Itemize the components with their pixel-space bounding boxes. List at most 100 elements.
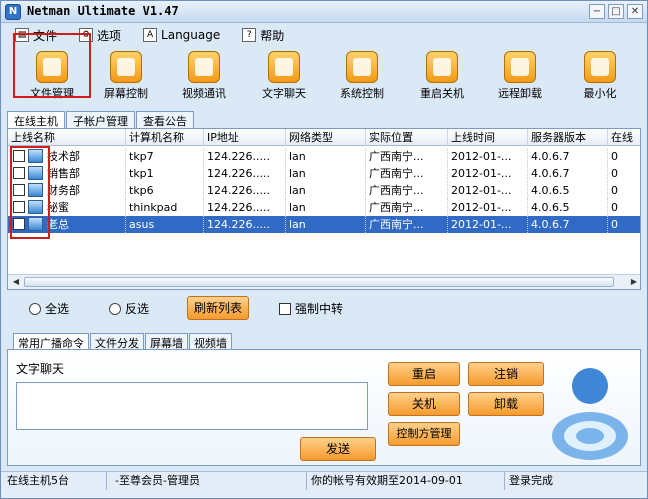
online-count: 0 [608, 165, 640, 182]
tab-online-hosts[interactable]: 在线主机 [7, 111, 65, 128]
computer-name: tkp7 [126, 148, 204, 165]
online-count: 0 [608, 148, 640, 165]
tab-broadcast-commands[interactable]: 常用广播命令 [13, 333, 89, 350]
column-header[interactable]: 计算机名称 [126, 129, 204, 146]
table-header: 上线名称 计算机名称 IP地址 网络类型 实际位置 上线时间 服务器版本 在线 [8, 129, 640, 146]
uninstall-icon [504, 51, 536, 83]
maximize-window-button[interactable]: □ [608, 4, 624, 19]
location: 广西南宁... [366, 199, 448, 216]
tab-announcements[interactable]: 查看公告 [136, 111, 194, 128]
host-list: 上线名称 计算机名称 IP地址 网络类型 实际位置 上线时间 服务器版本 在线 … [7, 128, 641, 290]
horizontal-scrollbar[interactable]: ◀ ▶ [8, 274, 640, 289]
table-row-selected[interactable]: 老总 asus 124.226..... lan 广西南宁... 2012-01… [8, 216, 640, 233]
table-row[interactable]: 秘蜜 thinkpad 124.226..... lan 广西南宁... 201… [8, 199, 640, 216]
tab-file-distribution[interactable]: 文件分发 [90, 333, 144, 350]
tab-screen-wall[interactable]: 屏幕墙 [145, 333, 188, 350]
force-relay-checkbox[interactable]: 强制中转 [279, 300, 343, 317]
menu-help[interactable]: ? 帮助 [242, 27, 284, 44]
toolbar-screen-control-button[interactable]: 屏幕控制 [89, 49, 163, 103]
menu-language[interactable]: A Language [143, 28, 220, 42]
tab-video-wall[interactable]: 视频墙 [189, 333, 232, 350]
force-relay-label: 强制中转 [295, 302, 344, 316]
table-row[interactable]: 技术部 tkp7 124.226..... lan 广西南宁... 2012-0… [8, 148, 640, 165]
selection-controls: 全选 反选 刷新列表 强制中转 [1, 293, 647, 323]
column-header[interactable]: 上线名称 [8, 129, 126, 146]
window-title: Netman Ultimate V1.47 [27, 4, 179, 18]
system-control-icon [346, 51, 378, 83]
controller-manage-button[interactable]: 控制方管理 [388, 422, 460, 446]
host-name: 财务部 [44, 182, 126, 199]
toolbar-power-button[interactable]: 重启关机 [405, 49, 479, 103]
column-header[interactable]: IP地址 [204, 129, 286, 146]
app-window: N Netman Ultimate V1.47 − □ ✕ ▤ 文件 ⚙ 选项 … [0, 0, 648, 499]
column-header[interactable]: 在线 [608, 129, 640, 146]
online-time: 2012-01-... [448, 216, 528, 233]
toolbar-uninstall-button[interactable]: 远程卸载 [483, 49, 557, 103]
screen-control-icon [110, 51, 142, 83]
menu-language-label: Language [161, 28, 221, 42]
scroll-left-icon[interactable]: ◀ [10, 277, 22, 287]
toolbar-label: 最小化 [583, 87, 617, 100]
ip-address: 124.226..... [204, 199, 286, 216]
restart-button[interactable]: 重启 [388, 362, 460, 386]
ip-address: 124.226..... [204, 148, 286, 165]
network-type: lan [286, 148, 366, 165]
tab-sub-accounts[interactable]: 子帐户管理 [66, 111, 135, 128]
column-header[interactable]: 网络类型 [286, 129, 366, 146]
online-count: 0 [608, 182, 640, 199]
online-time: 2012-01-... [448, 148, 528, 165]
invert-select-radio[interactable]: 反选 [109, 300, 149, 317]
computer-name: tkp1 [126, 165, 204, 182]
chat-label: 文字聊天 [16, 362, 65, 376]
minimize-window-button[interactable]: − [589, 4, 605, 19]
select-all-radio[interactable]: 全选 [29, 300, 69, 317]
table-row[interactable]: 财务部 tkp6 124.226..... lan 广西南宁... 2012-0… [8, 182, 640, 199]
refresh-list-button[interactable]: 刷新列表 [187, 296, 249, 320]
toolbar-system-control-button[interactable]: 系统控制 [325, 49, 399, 103]
toolbar-text-chat-button[interactable]: 文字聊天 [247, 49, 321, 103]
radio-dot [109, 302, 121, 315]
toolbar-video-chat-button[interactable]: 视频通讯 [167, 49, 241, 103]
close-window-button[interactable]: ✕ [627, 4, 643, 19]
location: 广西南宁... [366, 148, 448, 165]
main-toolbar: 文件管理 屏幕控制 视频通讯 文字聊天 系统控制 重启关机 远程卸载 最小化 [1, 47, 647, 105]
uninstall-button[interactable]: 卸载 [468, 392, 544, 416]
send-button[interactable]: 发送 [300, 437, 376, 461]
window-buttons: − □ ✕ [589, 4, 643, 19]
status-login: 登录完成 [509, 474, 553, 487]
column-header[interactable]: 服务器版本 [528, 129, 608, 146]
logout-button[interactable]: 注销 [468, 362, 544, 386]
online-time: 2012-01-... [448, 199, 528, 216]
title-bar[interactable]: N Netman Ultimate V1.47 − □ ✕ [1, 1, 647, 23]
server-version: 4.0.6.5 [528, 182, 608, 199]
location: 广西南宁... [366, 182, 448, 199]
highlight-box [13, 33, 91, 98]
chat-input[interactable] [16, 382, 368, 430]
location: 广西南宁... [366, 216, 448, 233]
shutdown-button[interactable]: 关机 [388, 392, 460, 416]
network-type: lan [286, 165, 366, 182]
help-icon: ? [242, 28, 257, 42]
status-online-hosts: 在线主机5台 [3, 472, 107, 490]
server-version: 4.0.6.7 [528, 165, 608, 182]
ip-address: 124.226..... [204, 182, 286, 199]
menu-bar: ▤ 文件 ⚙ 选项 A Language ? 帮助 [1, 23, 647, 47]
status-member: -至尊会员-管理员 [111, 472, 307, 490]
broadcast-tabs: 常用广播命令 文件分发 屏幕墙 视频墙 [13, 333, 233, 350]
scroll-right-icon[interactable]: ▶ [628, 277, 640, 287]
toolbar-label: 文字聊天 [262, 87, 306, 100]
online-time: 2012-01-... [448, 182, 528, 199]
table-row[interactable]: 销售部 tkp1 124.226..... lan 广西南宁... 2012-0… [8, 165, 640, 182]
column-header[interactable]: 上线时间 [448, 129, 528, 146]
app-icon: N [5, 4, 21, 20]
computer-name: asus [126, 216, 204, 233]
toolbar-label: 视频通讯 [182, 87, 226, 100]
computer-name: tkp6 [126, 182, 204, 199]
video-chat-icon [188, 51, 220, 83]
toolbar-minimize-button[interactable]: 最小化 [563, 49, 637, 103]
scroll-thumb[interactable] [24, 277, 614, 287]
menu-options-label: 选项 [97, 28, 122, 43]
radio-dot [29, 302, 41, 315]
column-header[interactable]: 实际位置 [366, 129, 448, 146]
status-expiry: 你的帐号有效期至2014-09-01 [307, 472, 505, 490]
